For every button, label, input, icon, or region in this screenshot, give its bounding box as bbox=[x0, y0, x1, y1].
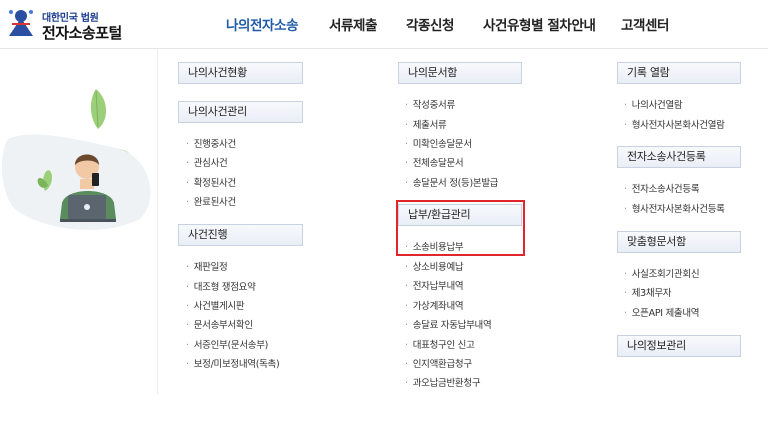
menu-item-auto-payment[interactable]: 송달료 자동납부내역 bbox=[405, 317, 492, 331]
menu-e-case-registration[interactable]: 전자소송사건등록 bbox=[617, 146, 741, 168]
menu-item-issue-summary[interactable]: 대조형 쟁점요약 bbox=[186, 279, 256, 293]
menu-item-representative-claimant[interactable]: 대표청구인 신고 bbox=[405, 337, 475, 351]
menu-item-appeal-deposit[interactable]: 상소비용예납 bbox=[405, 259, 464, 273]
header: 대한민국 법원 전자소송포털 나의전자소송 서류제출 각종신청 사건유형별 절차… bbox=[0, 0, 768, 48]
menu-item-my-case-viewing[interactable]: 나의사건열람 bbox=[624, 97, 683, 111]
menu-my-case-management[interactable]: 나의사건관리 bbox=[178, 101, 303, 123]
menu-item-e-payment-history[interactable]: 전자납부내역 bbox=[405, 278, 464, 292]
menu-item-submitted[interactable]: 제출서류 bbox=[405, 117, 447, 131]
menu-item-completed-cases[interactable]: 완료된사건 bbox=[186, 194, 237, 208]
menu-item-all-delivery[interactable]: 전체송달문서 bbox=[405, 155, 464, 169]
menu-item-favorite-cases[interactable]: 관심사건 bbox=[186, 155, 228, 169]
logo[interactable]: 대한민국 법원 전자소송포털 bbox=[6, 6, 126, 42]
menu-item-evidence-admission[interactable]: 서증인부(문서송부) bbox=[186, 337, 269, 351]
person-laptop-illustration bbox=[1, 89, 151, 230]
column-divider bbox=[157, 49, 158, 394]
illustration-panel bbox=[0, 49, 158, 394]
menu-item-confirmed-cases[interactable]: 확정된사건 bbox=[186, 175, 237, 189]
menu-item-trial-schedule[interactable]: 재판일정 bbox=[186, 259, 228, 273]
menu-item-e-case-register[interactable]: 전자소송사건등록 bbox=[624, 181, 700, 195]
menu-my-document-box[interactable]: 나의문서함 bbox=[398, 62, 522, 84]
menu-item-open-api-history[interactable]: 오픈API 제출내역 bbox=[624, 305, 700, 319]
menu-my-info-management[interactable]: 나의정보관리 bbox=[617, 335, 741, 357]
menu-item-fact-inquiry-reply[interactable]: 사실조회기관회신 bbox=[624, 266, 700, 280]
menu-item-stamp-refund[interactable]: 인지액환급청구 bbox=[405, 356, 472, 370]
gnb-document-submission[interactable]: 서류제출 bbox=[329, 14, 377, 34]
menu-item-criminal-case-viewing[interactable]: 형사전자사본화사건열람 bbox=[624, 117, 725, 131]
menu-item-overpayment-refund[interactable]: 과오납금반환청구 bbox=[405, 375, 481, 389]
gnb-procedure-guide[interactable]: 사건유형별 절차안내 bbox=[483, 14, 596, 34]
menu-item-correction-history[interactable]: 보정/미보정내역(독촉) bbox=[186, 356, 280, 370]
menu-item-drafts[interactable]: 작성중서류 bbox=[405, 97, 456, 111]
menu-item-third-debtor[interactable]: 제3채무자 bbox=[624, 285, 672, 299]
menu-item-certified-copy[interactable]: 송달문서 정(등)본발급 bbox=[405, 175, 499, 189]
menu-item-case-board[interactable]: 사건별게시판 bbox=[186, 298, 245, 312]
menu-item-document-delivery-check[interactable]: 문서송부서확인 bbox=[186, 317, 253, 331]
menu-my-case-status[interactable]: 나의사건현황 bbox=[178, 62, 303, 84]
gnb-applications[interactable]: 각종신청 bbox=[406, 14, 454, 34]
mega-menu: 나의사건현황 나의사건관리 진행중사건 관심사건 확정된사건 완료된사건 사건진… bbox=[0, 49, 768, 424]
menu-custom-document-box[interactable]: 맞춤형문서함 bbox=[617, 231, 741, 253]
logo-main: 전자소송포털 bbox=[42, 24, 122, 42]
menu-item-virtual-account[interactable]: 가상계좌내역 bbox=[405, 298, 464, 312]
menu-item-unread-delivery[interactable]: 미확인송달문서 bbox=[405, 136, 472, 150]
gnb-my-e-litigation[interactable]: 나의전자소송 bbox=[226, 14, 299, 34]
highlight-box bbox=[396, 200, 525, 256]
menu-case-progress[interactable]: 사건진행 bbox=[178, 224, 303, 246]
gnb-customer-center[interactable]: 고객센터 bbox=[621, 14, 669, 34]
court-emblem-icon bbox=[9, 10, 33, 36]
menu-item-criminal-case-register[interactable]: 형사전자사본화사건등록 bbox=[624, 201, 725, 215]
menu-record-viewing[interactable]: 기록 열람 bbox=[617, 62, 741, 84]
menu-item-ongoing-cases[interactable]: 진행중사건 bbox=[186, 136, 237, 150]
